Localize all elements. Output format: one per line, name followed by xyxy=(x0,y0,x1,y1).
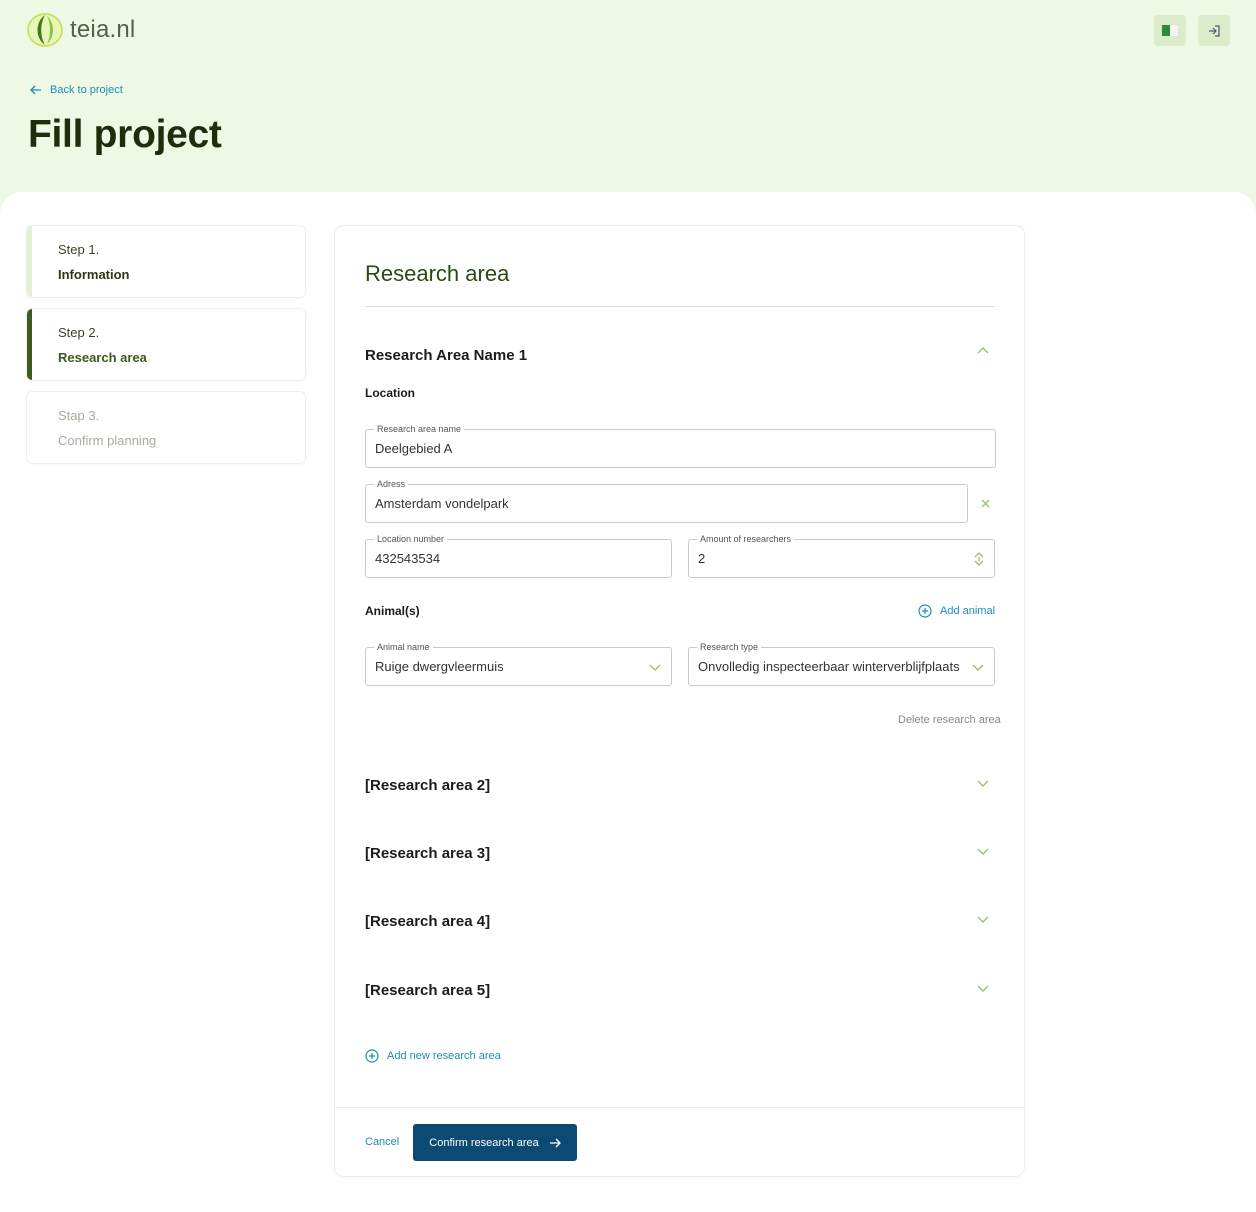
chevron-down-icon xyxy=(649,664,661,671)
chevron-down-icon[interactable] xyxy=(976,981,990,995)
footer-divider xyxy=(335,1107,1024,1108)
field-value: Amsterdam vondelpark xyxy=(375,496,509,511)
step-research-area[interactable]: Step 2. Research area xyxy=(26,308,306,381)
arrow-right-icon xyxy=(549,1138,561,1147)
field-value: Deelgebied A xyxy=(375,441,453,456)
researchers-stepper[interactable]: Amount of researchers 2 xyxy=(688,533,995,578)
field-label: Animal name xyxy=(374,641,433,653)
field-label: Research type xyxy=(697,641,762,653)
chevron-down-icon xyxy=(972,664,984,671)
field-label: Amount of researchers xyxy=(697,533,795,545)
location-label: Location xyxy=(365,386,415,400)
delete-research-area-link[interactable]: Delete research area xyxy=(898,714,1001,726)
brand-name: teia.nl xyxy=(70,16,136,43)
cancel-button[interactable]: Cancel xyxy=(365,1136,399,1148)
logo[interactable]: teia.nl xyxy=(26,12,135,48)
card-title: Research area xyxy=(365,261,510,286)
field-value: Onvolledig inspecteerbaar winterverblijf… xyxy=(698,659,960,674)
chevron-down-icon[interactable] xyxy=(976,844,990,858)
animals-label: Animal(s) xyxy=(365,604,420,618)
confirm-label: Confirm research area xyxy=(429,1136,539,1149)
arrow-left-icon xyxy=(30,85,41,95)
language-button[interactable] xyxy=(1154,15,1186,46)
step-number: Stap 3. xyxy=(58,408,100,423)
chevron-down-icon[interactable] xyxy=(976,912,990,926)
field-label: Adress xyxy=(374,478,409,490)
flag-icon xyxy=(1162,25,1178,36)
research-area-4-title[interactable]: [Research area 4] xyxy=(365,913,490,930)
field-value: 2 xyxy=(698,551,706,566)
logout-icon xyxy=(1209,24,1220,37)
step-confirm-planning[interactable]: Stap 3. Confirm planning xyxy=(26,391,306,464)
research-area-1-title[interactable]: Research Area Name 1 xyxy=(365,347,527,364)
divider xyxy=(365,306,995,307)
address-field[interactable]: Adress Amsterdam vondelpark xyxy=(365,478,968,523)
step-label: Research area xyxy=(58,350,147,365)
add-new-label: Add new research area xyxy=(387,1050,501,1062)
research-type-select[interactable]: Research type Onvolledig inspecteerbaar … xyxy=(688,641,995,686)
step-number: Step 2. xyxy=(58,325,100,340)
research-area-5-title[interactable]: [Research area 5] xyxy=(365,982,490,999)
add-animal-label: Add animal xyxy=(940,605,996,617)
stepper-arrows-icon[interactable] xyxy=(974,552,984,566)
logout-button[interactable] xyxy=(1198,15,1230,46)
animal-name-select[interactable]: Animal name Ruige dwergvleermuis xyxy=(365,641,672,686)
back-to-project-link[interactable]: Back to project xyxy=(30,84,123,96)
chevron-up-icon[interactable] xyxy=(976,344,990,358)
close-icon[interactable] xyxy=(980,498,991,509)
step-label: Information xyxy=(58,267,130,282)
field-value: Ruige dwergvleermuis xyxy=(375,659,504,674)
plus-circle-icon xyxy=(365,1049,379,1063)
location-number-field[interactable]: Location number 432543534 xyxy=(365,533,672,578)
add-new-research-area-button[interactable]: Add new research area xyxy=(365,1049,501,1063)
back-label: Back to project xyxy=(50,84,123,96)
header-band xyxy=(0,0,1256,215)
step-information[interactable]: Step 1. Information xyxy=(26,225,306,298)
step-label: Confirm planning xyxy=(58,433,157,448)
confirm-research-area-button[interactable]: Confirm research area xyxy=(413,1124,577,1161)
step-indicator xyxy=(27,309,32,380)
step-number: Step 1. xyxy=(58,242,100,257)
field-value: 432543534 xyxy=(375,551,441,566)
add-animal-button[interactable]: Add animal xyxy=(918,604,995,618)
page-title: Fill project xyxy=(28,113,222,156)
chevron-down-icon[interactable] xyxy=(976,776,990,790)
research-area-3-title[interactable]: [Research area 3] xyxy=(365,845,490,862)
research-area-2-title[interactable]: [Research area 2] xyxy=(365,777,490,794)
research-area-card: Research area Research Area Name 1 Locat… xyxy=(334,225,1025,1177)
field-label: Location number xyxy=(374,533,448,545)
step-indicator xyxy=(27,226,32,297)
research-area-name-field[interactable]: Research area name Deelgebied A xyxy=(365,423,996,468)
leaf-logo-icon xyxy=(27,13,63,47)
plus-circle-icon xyxy=(918,604,932,618)
field-label: Research area name xyxy=(374,423,465,435)
